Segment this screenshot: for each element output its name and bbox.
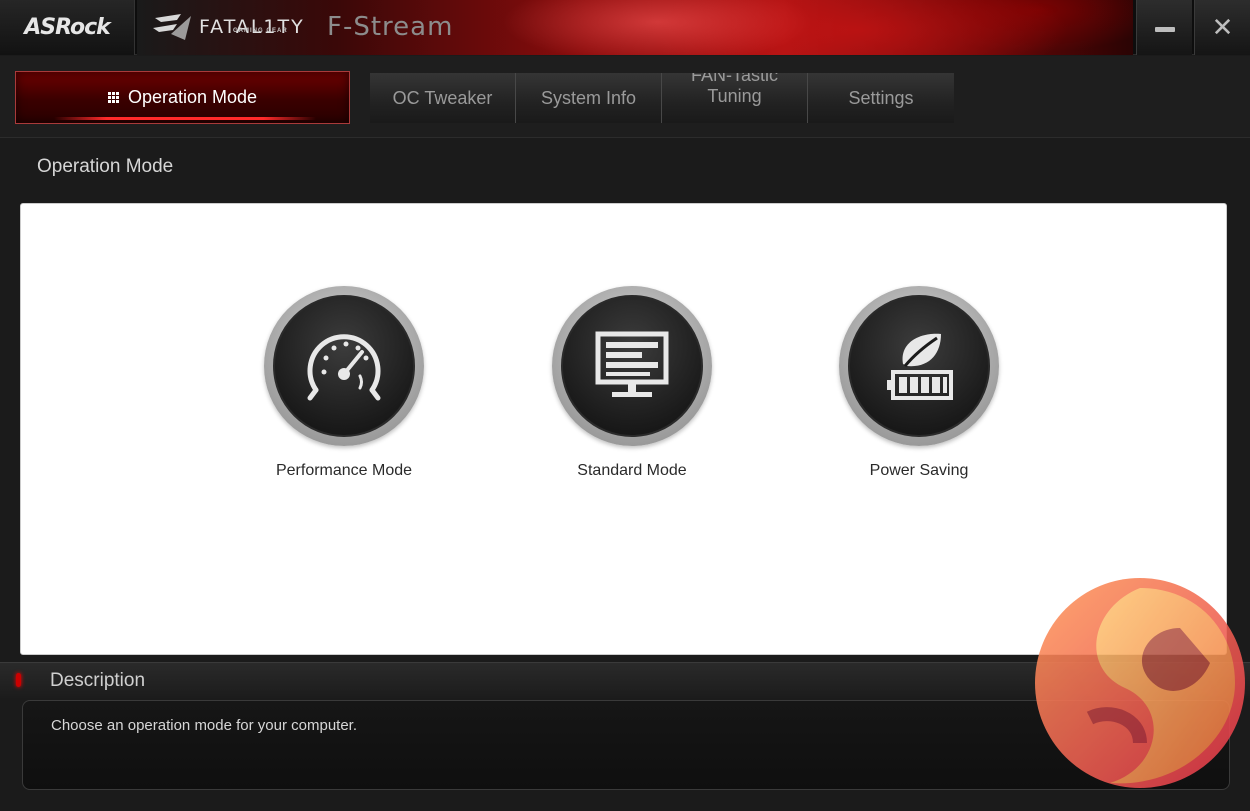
fatal1ty-subtext: GAMING GEAR xyxy=(233,28,288,34)
performance-mode-option[interactable]: Performance Mode xyxy=(244,286,444,480)
tab-bar: Operation Mode OC Tweaker System Info FA… xyxy=(0,56,1250,138)
tab-label: Operation Mode xyxy=(127,87,258,107)
tab-label: FAN-Tastic Tuning xyxy=(690,73,778,106)
tab-fan-tastic-tuning[interactable]: FAN-Tastic Tuning xyxy=(662,73,808,123)
tab-system-info[interactable]: System Info xyxy=(516,73,662,123)
watermark-logo-icon xyxy=(1035,578,1245,788)
tab-label: Settings xyxy=(848,87,914,108)
standard-mode-option[interactable]: Standard Mode xyxy=(532,286,732,480)
fatal1ty-logo: FATAL1TY xyxy=(151,10,305,44)
power-saving-button[interactable] xyxy=(839,286,999,446)
close-icon: ✕ xyxy=(1211,12,1234,43)
speedometer-icon xyxy=(307,334,381,401)
brand-name: ASRock xyxy=(24,15,111,40)
close-button[interactable]: ✕ xyxy=(1194,0,1250,55)
tab-label: OC Tweaker xyxy=(392,87,493,108)
mode-label: Performance Mode xyxy=(275,462,413,479)
tab-label: System Info xyxy=(540,87,637,108)
description-title: Description xyxy=(50,670,146,691)
brand-logo: ASRock xyxy=(0,0,135,55)
leaf-battery-icon xyxy=(887,333,953,400)
indicator-dot-icon xyxy=(16,673,21,687)
tab-oc-tweaker[interactable]: OC Tweaker xyxy=(370,73,516,123)
minimize-icon xyxy=(1154,27,1175,32)
tab-list: OC Tweaker System Info FAN-Tastic Tuning… xyxy=(370,73,954,123)
performance-mode-button[interactable] xyxy=(264,286,424,446)
tab-operation-mode[interactable]: Operation Mode xyxy=(15,71,350,124)
power-saving-option[interactable]: Power Saving xyxy=(819,286,1019,480)
mode-label: Standard Mode xyxy=(577,462,687,479)
title-banner: FATAL1TY GAMING GEAR F-Stream xyxy=(137,0,1133,55)
grid-icon xyxy=(107,92,119,103)
tab-settings[interactable]: Settings xyxy=(808,73,954,123)
fatal1ty-mark-icon xyxy=(153,14,191,40)
standard-mode-button[interactable] xyxy=(552,286,712,446)
mode-label: Power Saving xyxy=(869,462,969,479)
app-title: F-Stream xyxy=(327,12,454,42)
monitor-icon xyxy=(595,331,669,397)
active-tab-indicator xyxy=(54,117,316,120)
title-bar: ASRock FATAL1TY GAMING GEAR F-Stream ✕ xyxy=(0,0,1250,55)
minimize-button[interactable] xyxy=(1136,0,1192,55)
description-text: Choose an operation mode for your comput… xyxy=(51,717,358,734)
page-title: Operation Mode xyxy=(37,156,174,177)
